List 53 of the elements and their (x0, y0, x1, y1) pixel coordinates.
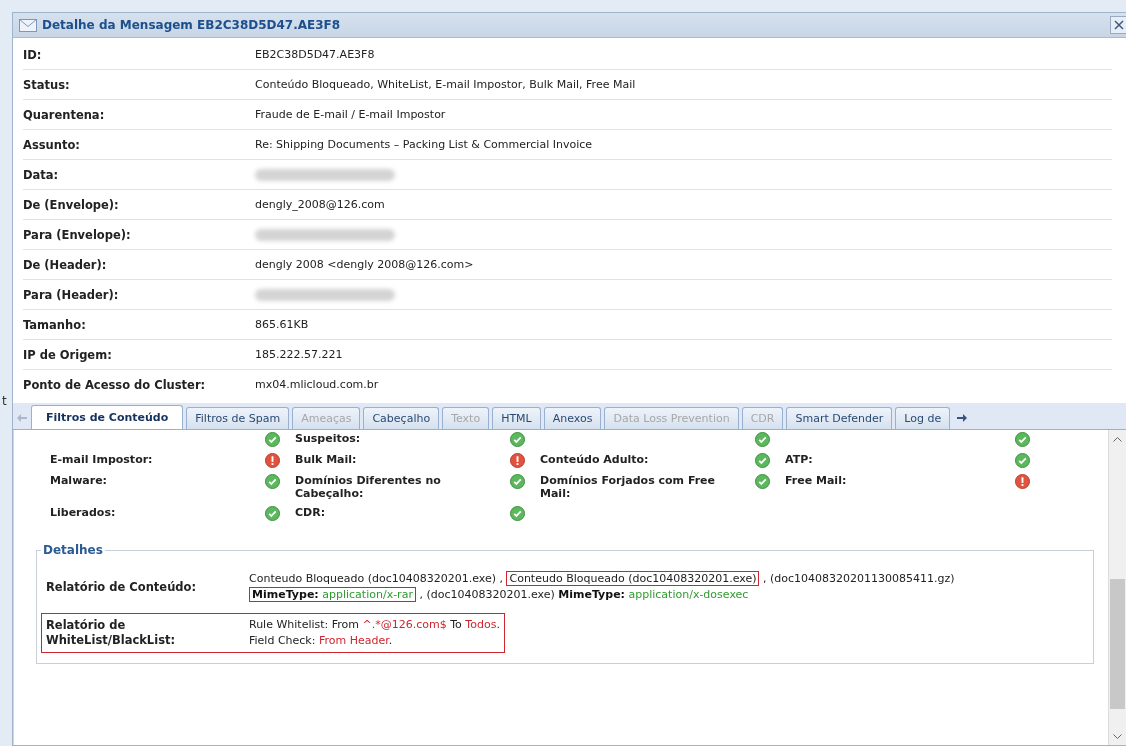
field-label: Assunto: (23, 137, 81, 152)
tab[interactable]: HTML (492, 407, 541, 429)
field-value: dengly_2008@126.com (255, 198, 385, 211)
filter-label: Liberados: (50, 506, 116, 519)
field-value: EB2C38D5D47.AE3F8 (255, 48, 375, 61)
field-value: mx04.mlicloud.com.br (255, 378, 379, 391)
filter-label: Conteúdo Adulto: (540, 453, 649, 466)
report-label: Relatório de WhiteList/BlackList: (46, 618, 177, 648)
field-label: Ponto de Acesso do Cluster: (23, 377, 207, 392)
tab[interactable]: Filtros de Conteúdo (31, 405, 184, 429)
field-label: Tamanho: (23, 317, 87, 332)
envelope-icon (19, 18, 37, 32)
window-title: Detalhe da Mensagem EB2C38D5D47.AE3F8 (42, 18, 342, 32)
report-text: Conteudo Bloqueado (doc10408320201.exe) , Conteudo Bloqueado (doc10408320201.exe) , (doc10408320201130085411.gz) MimeType: application/x-rar , (doc10408320201.exe) MimeType: application/x-dosexec (249, 571, 955, 603)
field-label: ID: (23, 47, 43, 62)
field-value: Conteúdo Bloqueado, WhiteList, E-mail Impostor, Bulk Mail, Free Mail (255, 78, 636, 91)
down-chevron-icon[interactable] (1113, 733, 1122, 740)
field-value: dengly 2008 <dengly 2008@126.com> (255, 258, 474, 271)
field-value: Re: Shipping Documents – Packing List & Commercial Invoice (255, 138, 593, 151)
field-label: Status: (23, 77, 71, 92)
field-value: 185.222.57.221 (255, 348, 343, 361)
filter-label: ATP: (785, 453, 813, 466)
filter-label: Bulk Mail: (295, 453, 357, 466)
tab[interactable]: Cabeçalho (363, 407, 440, 429)
filter-label: Malware: (50, 474, 107, 487)
tab[interactable]: Filtros de Spam (186, 407, 290, 429)
field-label: IP de Origem: (23, 347, 113, 362)
right-arrow-icon (957, 414, 968, 422)
filter-label: E-mail Impostor: (50, 453, 153, 466)
filter-label: Domínios Diferentes no Cabeçalho: (295, 474, 441, 500)
field-label: Para (Envelope): (23, 227, 132, 242)
tab[interactable]: Anexos (543, 407, 602, 429)
field-label: De (Header): (23, 257, 108, 272)
field-label: Quarentena: (23, 107, 106, 122)
filter-label: Domínios Forjados com Free Mail: (540, 474, 716, 500)
field-value: Fraude de E-mail / E-mail Impostor (255, 108, 446, 121)
group-title: Detalhes (42, 543, 104, 557)
filter-label: Free Mail: (785, 474, 847, 487)
tab[interactable]: Log de (895, 407, 951, 429)
field-label: Para (Header): (23, 287, 120, 302)
up-chevron-icon[interactable] (1113, 435, 1122, 442)
left-arrow-icon (17, 414, 27, 422)
field-value: 865.61KB (255, 318, 309, 331)
report-label: Relatório de Conteúdo: (46, 579, 198, 595)
filter-label: Suspeitos: (295, 432, 361, 445)
tab[interactable]: Smart Defender (786, 407, 893, 429)
report-text: Rule Whitelist: From ^.*@126.com$ To Todos. Field Check: From Header. (249, 617, 500, 649)
filter-label: CDR: (295, 506, 326, 519)
field-label: Data: (23, 167, 60, 182)
field-label: De (Envelope): (23, 197, 120, 212)
background-text: t (1, 394, 8, 408)
scrollbar[interactable] (1108, 430, 1126, 745)
close-button[interactable] (1110, 16, 1126, 34)
